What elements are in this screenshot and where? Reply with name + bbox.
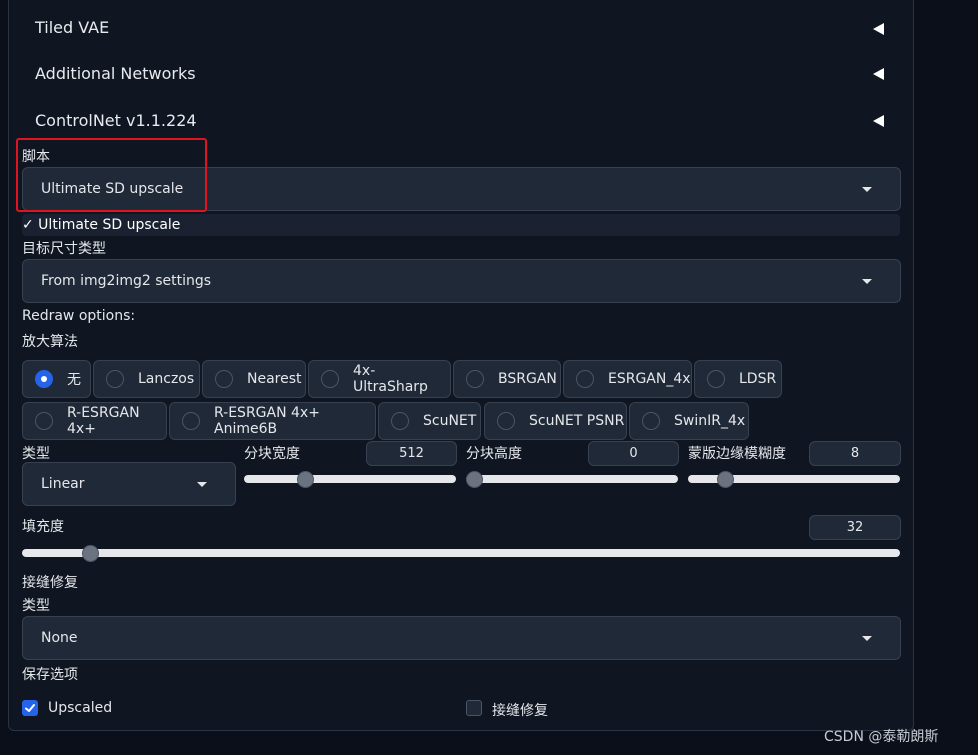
radio-dot-icon	[182, 412, 200, 430]
radio-label: ScuNET PSNR	[529, 413, 625, 429]
upscaler-radio-none[interactable]: 无	[22, 360, 91, 398]
chevron-down-icon	[197, 482, 207, 487]
radio-label: R-ESRGAN 4x+ Anime6B	[214, 405, 320, 437]
chevron-down-icon	[862, 187, 872, 192]
radio-dot-icon	[391, 412, 409, 430]
radio-dot-icon	[707, 370, 725, 388]
upscaler-radio-resrgan-anime[interactable]: R-ESRGAN 4x+ Anime6B	[169, 402, 376, 440]
radio-dot-icon	[106, 370, 124, 388]
redraw-heading: Redraw options:	[22, 308, 136, 324]
seams-fix-type-value: None	[41, 630, 78, 646]
seams-fix-heading: 接缝修复	[22, 575, 78, 591]
radio-dot-icon	[35, 370, 53, 388]
radio-label: ScuNET	[423, 413, 477, 429]
tile-width-input[interactable]: 512	[366, 441, 457, 466]
radio-label: Lanczos	[138, 371, 195, 387]
radio-label: 4x-UltraSharp	[353, 363, 428, 395]
mask-blur-input[interactable]: 8	[809, 441, 901, 466]
upscaler-radio-esrgan[interactable]: ESRGAN_4x	[563, 360, 692, 398]
accordion-additional-networks[interactable]: Additional Networks	[35, 64, 196, 83]
radio-label: SwinIR_4x	[674, 413, 746, 429]
tile-height-slider-handle[interactable]	[466, 471, 483, 488]
padding-label: 填充度	[22, 519, 64, 535]
redraw-type-label: 类型	[22, 446, 50, 462]
upscaler-radio-scunet[interactable]: ScuNET	[378, 402, 481, 440]
radio-dot-icon	[321, 370, 339, 388]
save-options-heading: 保存选项	[22, 667, 78, 683]
seams-fix-type-label: 类型	[22, 598, 50, 614]
collapse-arrow-icon[interactable]	[873, 23, 884, 35]
radio-dot-icon	[642, 412, 660, 430]
tile-height-input[interactable]: 0	[588, 441, 679, 466]
watermark: CSDN @泰勒朗斯	[824, 729, 939, 745]
tile-width-label: 分块宽度	[244, 446, 300, 462]
accordion-tiled-vae[interactable]: Tiled VAE	[35, 18, 109, 37]
mask-blur-label: 蒙版边缘模糊度	[688, 446, 786, 462]
upscaler-radio-bsrgan[interactable]: BSRGAN	[453, 360, 561, 398]
redraw-type-value: Linear	[41, 476, 85, 492]
target-size-dropdown[interactable]: From img2img2 settings	[22, 259, 901, 303]
radio-label: 无	[67, 372, 81, 388]
upscaler-radio-nearest[interactable]: Nearest	[202, 360, 306, 398]
highlight-box	[16, 138, 207, 212]
radio-label: Nearest	[247, 371, 302, 387]
target-size-value: From img2img2 settings	[41, 273, 212, 289]
seams-fix-type-dropdown[interactable]: None	[22, 616, 901, 660]
upscaler-label: 放大算法	[22, 334, 78, 350]
tile-width-slider-handle[interactable]	[296, 471, 314, 488]
upscaler-radio-scunet-psnr[interactable]: ScuNET PSNR	[484, 402, 627, 440]
collapse-arrow-icon[interactable]	[873, 68, 884, 80]
tile-height-slider[interactable]	[466, 475, 678, 483]
upscaler-radio-lanczos[interactable]: Lanczos	[93, 360, 200, 398]
radio-dot-icon	[35, 412, 53, 430]
upscaled-label: Upscaled	[48, 700, 113, 716]
collapse-arrow-icon[interactable]	[873, 115, 884, 127]
radio-label: ESRGAN_4x	[608, 371, 691, 387]
chevron-down-icon	[862, 279, 872, 284]
seams-fix-checkbox[interactable]	[466, 700, 482, 716]
radio-label: R-ESRGAN 4x+	[67, 405, 140, 437]
accordion-controlnet[interactable]: ControlNet v1.1.224	[35, 111, 197, 130]
radio-dot-icon	[215, 370, 233, 388]
tile-height-label: 分块高度	[466, 446, 522, 462]
padding-slider[interactable]	[22, 549, 900, 557]
radio-dot-icon	[576, 370, 594, 388]
checkmark-icon	[25, 704, 35, 712]
upscaler-radio-swinir[interactable]: SwinIR_4x	[629, 402, 749, 440]
upscaler-radio-resrgan[interactable]: R-ESRGAN 4x+	[22, 402, 167, 440]
script-option-selected[interactable]: ✓ Ultimate SD upscale	[22, 214, 900, 236]
target-size-label: 目标尺寸类型	[22, 241, 106, 257]
redraw-type-dropdown[interactable]: Linear	[22, 462, 236, 506]
radio-label: LDSR	[739, 371, 777, 387]
chevron-down-icon	[862, 636, 872, 641]
upscaler-radio-ultrasharp[interactable]: 4x-UltraSharp	[308, 360, 451, 398]
seams-fix-save-label: 接缝修复	[492, 703, 548, 719]
upscaler-radio-ldsr[interactable]: LDSR	[694, 360, 782, 398]
radio-dot-icon	[497, 412, 515, 430]
radio-dot-icon	[466, 370, 484, 388]
upscaled-checkbox[interactable]	[22, 700, 38, 716]
tile-width-slider[interactable]	[244, 475, 456, 483]
padding-input[interactable]: 32	[809, 515, 901, 540]
radio-label: BSRGAN	[498, 371, 557, 387]
